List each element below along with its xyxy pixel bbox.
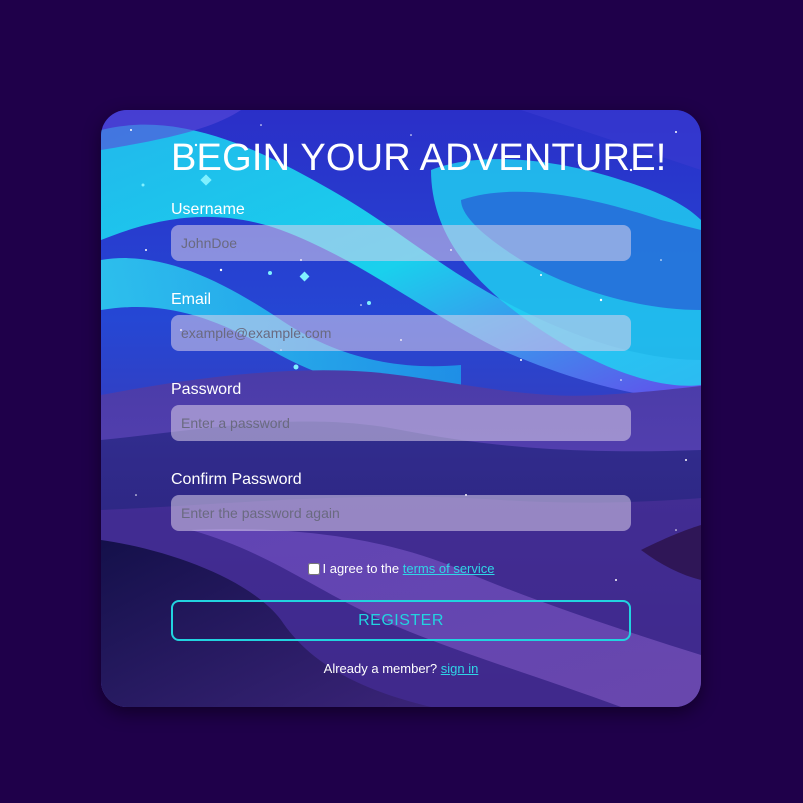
agree-text: I agree to the <box>322 561 400 576</box>
confirm-password-label: Confirm Password <box>171 471 302 488</box>
terms-checkbox[interactable] <box>307 563 320 575</box>
email-label: Email <box>171 291 212 308</box>
register-button[interactable]: REGISTER <box>171 600 631 641</box>
register-card: BEGIN YOUR ADVENTURE! Username Email Pas… <box>101 110 701 707</box>
username-label: Username <box>171 201 245 218</box>
terms-link[interactable]: terms of service <box>403 561 495 576</box>
confirm-password-input[interactable] <box>171 495 631 531</box>
password-input[interactable] <box>171 405 631 441</box>
signin-link[interactable]: sign in <box>441 661 479 676</box>
signin-prompt: Already a member? sign in <box>101 659 701 679</box>
password-label: Password <box>171 381 242 398</box>
page-title: BEGIN YOUR ADVENTURE! <box>171 137 667 179</box>
email-input[interactable] <box>171 315 631 351</box>
terms-agreement: I agree to the terms of service <box>101 559 701 579</box>
username-input[interactable] <box>171 225 631 261</box>
member-text: Already a member? <box>323 661 438 676</box>
